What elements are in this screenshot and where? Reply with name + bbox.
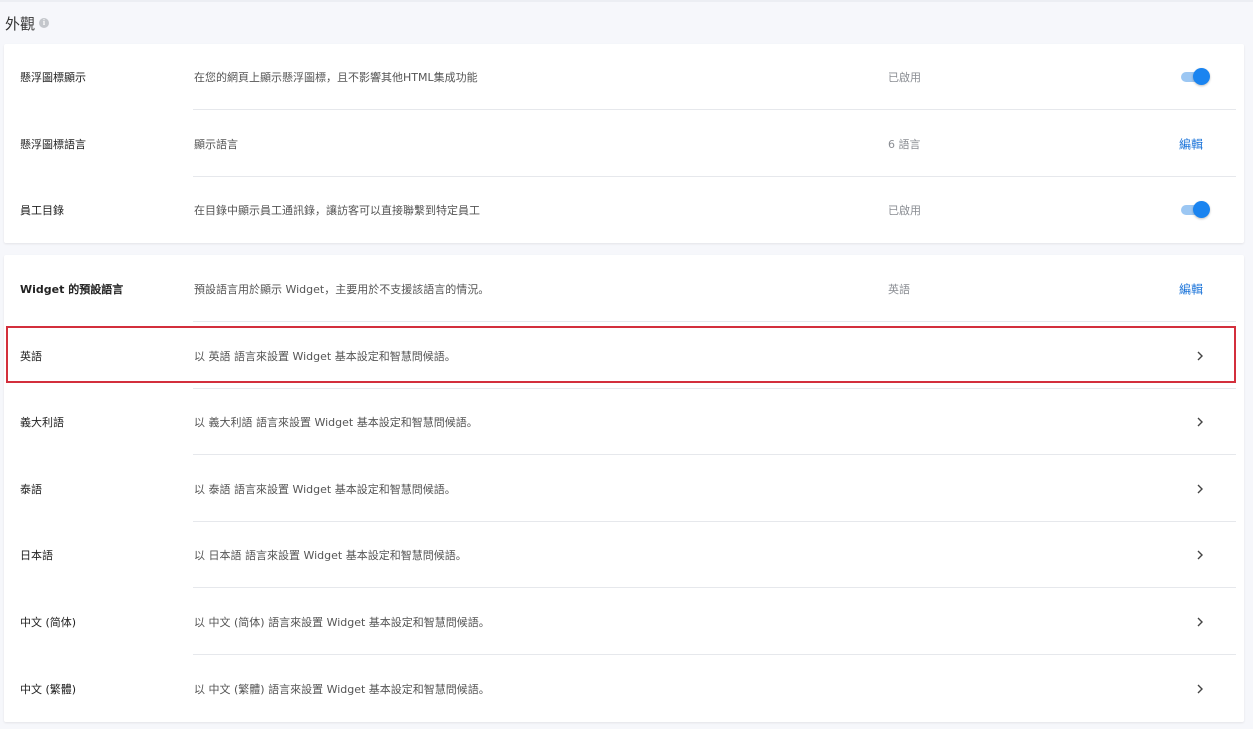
status-text: 英語 [888, 282, 910, 296]
language-row-thai[interactable]: 泰語 以 泰語 語言來設置 Widget 基本設定和智慧問候語。 [4, 455, 1244, 522]
row-description: 以 義大利語 語言來設置 Widget 基本設定和智慧問候語。 [194, 416, 478, 429]
section-title: 外觀 [5, 14, 36, 33]
chevron-right-icon[interactable] [1194, 616, 1206, 628]
status-text: 已啟用 [888, 204, 921, 217]
language-row-english[interactable]: 英語 以 英語 語言來設置 Widget 基本設定和智慧問候語。 [4, 322, 1244, 389]
row-description: 以 泰語 語言來設置 Widget 基本設定和智慧問候語。 [194, 482, 456, 496]
language-row-italian[interactable]: 義大利語 以 義大利語 語言來設置 Widget 基本設定和智慧問候語。 [4, 389, 1244, 455]
edit-default-language-link[interactable]: 編輯 [1179, 280, 1203, 297]
row-description: 在目錄中顯示員工通訊錄，讓訪客可以直接聯繫到特定員工 [194, 204, 480, 217]
row-label: 義大利語 [20, 416, 64, 429]
floating-icon-display-row: 懸浮圖標顯示 在您的網頁上顯示懸浮圖標，且不影響其他HTML集成功能 已啟用 [4, 44, 1244, 110]
row-label: 懸浮圖標顯示 [20, 71, 86, 84]
info-icon[interactable]: i [39, 18, 50, 28]
row-label: 泰語 [20, 482, 42, 496]
row-description: 以 日本語 語言來設置 Widget 基本設定和智慧問候語。 [194, 549, 467, 562]
floating-icon-language-row: 懸浮圖標語言 顯示語言 6 語言 編輯 [4, 110, 1244, 177]
row-label: 日本語 [20, 549, 53, 562]
chevron-right-icon[interactable] [1194, 549, 1206, 561]
row-label: 英語 [20, 349, 42, 363]
row-description: 以 中文 (繁體) 語言來設置 Widget 基本設定和智慧問候語。 [194, 682, 490, 696]
row-label: 中文 (简体) [20, 615, 77, 629]
staff-directory-toggle[interactable] [1179, 201, 1211, 219]
row-label: 懸浮圖標語言 [20, 137, 86, 151]
default-language-row: Widget 的預設語言 預設語言用於顯示 Widget，主要用於不支援該語言的… [4, 255, 1244, 322]
widget-language-card: Widget 的預設語言 預設語言用於顯示 Widget，主要用於不支援該語言的… [4, 255, 1244, 722]
chevron-right-icon[interactable] [1194, 416, 1206, 428]
row-label: Widget 的預設語言 [20, 282, 124, 296]
floating-icon-display-toggle[interactable] [1179, 68, 1211, 86]
row-label: 中文 (繁體) [20, 682, 77, 696]
edit-languages-link[interactable]: 編輯 [1179, 135, 1203, 152]
chevron-right-icon[interactable] [1194, 483, 1206, 495]
row-description: 以 英語 語言來設置 Widget 基本設定和智慧問候語。 [194, 349, 456, 363]
chevron-right-icon[interactable] [1194, 683, 1206, 695]
section-header: 外觀 i [5, 12, 50, 34]
row-label: 員工目錄 [20, 204, 64, 217]
floating-icon-settings-card: 懸浮圖標顯示 在您的網頁上顯示懸浮圖標，且不影響其他HTML集成功能 已啟用 懸… [4, 44, 1244, 243]
language-row-japanese[interactable]: 日本語 以 日本語 語言來設置 Widget 基本設定和智慧問候語。 [4, 522, 1244, 588]
row-description: 預設語言用於顯示 Widget，主要用於不支援該語言的情況。 [194, 282, 490, 296]
chevron-right-icon[interactable] [1194, 350, 1206, 362]
staff-directory-row: 員工目錄 在目錄中顯示員工通訊錄，讓訪客可以直接聯繫到特定員工 已啟用 [4, 177, 1244, 243]
row-description: 顯示語言 [194, 137, 238, 151]
top-border [0, 0, 1253, 2]
language-row-chinese-traditional[interactable]: 中文 (繁體) 以 中文 (繁體) 語言來設置 Widget 基本設定和智慧問候… [4, 655, 1244, 722]
toggle-knob [1193, 68, 1210, 85]
toggle-knob [1193, 201, 1210, 218]
status-text: 6 語言 [888, 137, 921, 151]
row-description: 在您的網頁上顯示懸浮圖標，且不影響其他HTML集成功能 [194, 71, 478, 84]
row-description: 以 中文 (简体) 語言來設置 Widget 基本設定和智慧問候語。 [194, 615, 490, 629]
language-row-chinese-simplified[interactable]: 中文 (简体) 以 中文 (简体) 語言來設置 Widget 基本設定和智慧問候… [4, 588, 1244, 655]
status-text: 已啟用 [888, 71, 921, 84]
